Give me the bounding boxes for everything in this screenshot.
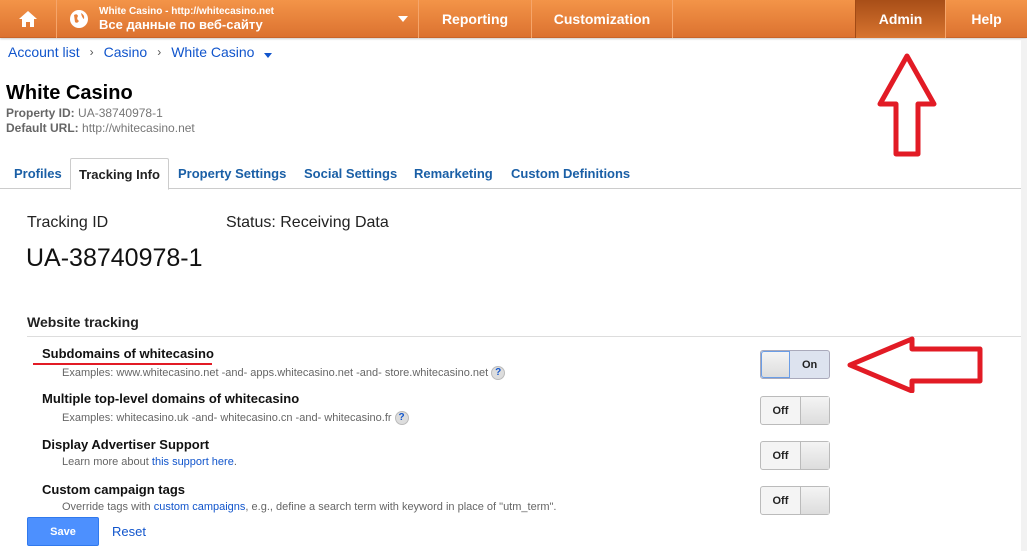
option-title-top-level-domains: Multiple top-level domains of whitecasin… [42, 391, 300, 406]
toggle-knob [761, 351, 791, 378]
default-url-label: Default URL: [6, 121, 79, 135]
toggle-knob [799, 442, 829, 469]
account-name: White Casino - http://whitecasino.net [99, 6, 274, 17]
page-title: White Casino [6, 82, 133, 104]
account-selector[interactable]: White Casino - http://whitecasino.net Вс… [57, 0, 419, 38]
breadcrumb-casino[interactable]: Casino [104, 44, 148, 60]
breadcrumb-white-casino[interactable]: White Casino [171, 44, 254, 60]
option-desc-custom-campaign: Override tags with custom campaigns, e.g… [62, 501, 556, 513]
option-title-display-advertiser: Display Advertiser Support [42, 437, 210, 452]
default-url: Default URL: http://whitecasino.net [6, 121, 195, 135]
breadcrumb-separator: › [157, 45, 162, 59]
toggle-custom-campaign[interactable]: Off [760, 486, 830, 515]
option-desc-text: Learn more about [62, 456, 152, 468]
scrollbar[interactable] [1021, 39, 1027, 551]
custom-campaigns-link[interactable]: custom campaigns [154, 501, 246, 513]
option-desc-display-advertiser: Learn more about this support here. [62, 456, 237, 468]
section-heading: Website tracking [27, 314, 139, 330]
tab-remarketing[interactable]: Remarketing [406, 158, 501, 189]
toggle-knob [799, 487, 829, 514]
nav-admin[interactable]: Admin [855, 0, 946, 38]
toggle-knob [799, 397, 829, 424]
tab-profiles[interactable]: Profiles [6, 158, 70, 189]
chevron-down-icon [398, 16, 408, 22]
profile-name: Все данные по веб-сайту [99, 17, 263, 32]
toggle-state: Off [772, 494, 789, 507]
option-desc-text: , e.g., define a search term with keywor… [245, 501, 557, 513]
nav-customization[interactable]: Customization [532, 0, 673, 38]
property-id-label: Property ID: [6, 106, 75, 120]
toggle-subdomains[interactable]: On [760, 350, 830, 379]
option-desc-text: . [233, 456, 237, 468]
support-link[interactable]: this support here [152, 456, 234, 468]
breadcrumb: Account list › Casino › White Casino [8, 44, 273, 60]
default-url-value: http://whitecasino.net [82, 121, 195, 135]
property-id: Property ID: UA-38740978-1 [6, 106, 163, 120]
annotation-underline [33, 363, 212, 365]
home-icon [19, 11, 37, 27]
option-desc-text: Override tags with [62, 501, 154, 513]
option-desc-top-level-domains: Examples: whitecasino.uk -and- whitecasi… [62, 411, 409, 425]
breadcrumb-separator: › [89, 45, 94, 59]
tab-social-settings[interactable]: Social Settings [296, 158, 405, 189]
annotation-arrow-left-icon [847, 336, 983, 393]
help-icon[interactable]: ? [491, 366, 506, 380]
top-nav-bar: White Casino - http://whitecasino.net Вс… [0, 0, 1027, 38]
option-desc-text: Examples: www.whitecasino.net -and- apps… [62, 366, 489, 379]
option-desc-subdomains: Examples: www.whitecasino.net -and- apps… [62, 366, 506, 380]
reset-link[interactable]: Reset [112, 524, 146, 539]
option-desc-text: Examples: whitecasino.uk -and- whitecasi… [62, 411, 392, 424]
tracking-status: Status: Receiving Data [226, 214, 389, 231]
option-title-subdomains: Subdomains of whitecasino [42, 346, 214, 361]
tab-custom-definitions[interactable]: Custom Definitions [503, 158, 638, 189]
toggle-display-advertiser[interactable]: Off [760, 441, 830, 470]
breadcrumb-account-list[interactable]: Account list [8, 44, 80, 60]
chevron-down-icon[interactable] [264, 52, 273, 58]
save-button[interactable]: Save [27, 517, 99, 546]
option-title-custom-campaign: Custom campaign tags [42, 482, 186, 497]
toggle-state: Off [772, 404, 789, 417]
tab-bar: Profiles Tracking Info Property Settings… [0, 158, 1027, 190]
annotation-arrow-up-icon [877, 53, 937, 157]
tab-property-settings[interactable]: Property Settings [170, 158, 294, 189]
nav-help[interactable]: Help [946, 0, 1027, 38]
tracking-id-value: UA-38740978-1 [26, 244, 203, 272]
toggle-state: Off [772, 449, 789, 462]
help-icon[interactable]: ? [394, 411, 409, 425]
tracking-id-label: Tracking ID [27, 214, 109, 231]
toggle-top-level-domains[interactable]: Off [760, 396, 830, 425]
property-id-value: UA-38740978-1 [78, 106, 163, 120]
toggle-state: On [801, 358, 818, 371]
nav-reporting[interactable]: Reporting [419, 0, 532, 38]
home-button[interactable] [0, 0, 57, 38]
tab-tracking-info[interactable]: Tracking Info [70, 158, 169, 190]
globe-icon [70, 10, 88, 28]
